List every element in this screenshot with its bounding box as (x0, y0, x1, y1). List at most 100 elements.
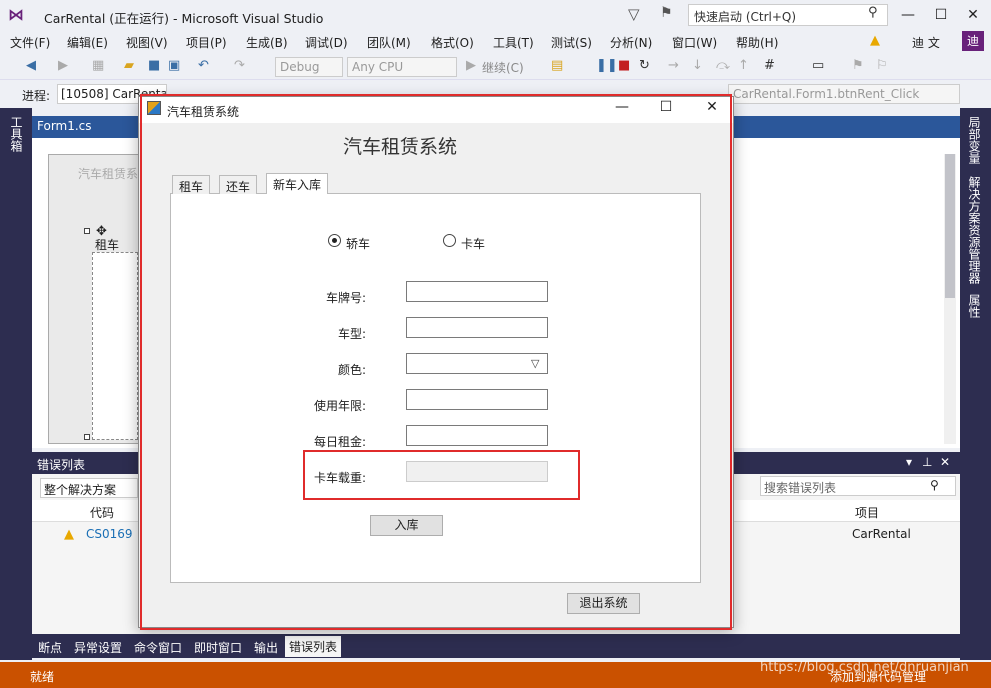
tab-command-window[interactable]: 命令窗口 (134, 639, 182, 656)
notification-warning-icon[interactable]: ▲ (870, 33, 880, 48)
exit-button[interactable]: 退出系统 (567, 593, 640, 614)
maximize-button[interactable]: ☐ (926, 0, 956, 30)
tab-breakpoints[interactable]: 断点 (38, 639, 62, 656)
threads-icon[interactable]: ▭ (812, 58, 824, 73)
close-button[interactable]: ✕ (958, 0, 988, 30)
feedback-flag-icon[interactable]: ⚑ (660, 5, 673, 21)
user-avatar[interactable]: 迪 (962, 31, 984, 51)
search-icon[interactable]: ⚲ (930, 478, 939, 492)
save-icon[interactable]: ■ (148, 58, 160, 73)
minimize-button[interactable]: — (893, 0, 923, 30)
add-car-button[interactable]: 入库 (370, 515, 443, 536)
panel-dropdown-icon[interactable]: ▾ (906, 455, 912, 469)
error-project: CarRental (852, 527, 911, 541)
menu-edit[interactable]: 编辑(E) (67, 34, 108, 51)
user-name[interactable]: 迪 文 (912, 34, 940, 51)
continue-icon[interactable]: ▶ (466, 58, 476, 73)
menu-test[interactable]: 测试(S) (551, 34, 592, 51)
properties-tab[interactable]: 属性 (966, 294, 983, 318)
new-project-icon[interactable]: ▦ (92, 58, 104, 73)
chevron-down-icon[interactable]: ▽ (531, 357, 539, 370)
menu-tools[interactable]: 工具(T) (493, 34, 534, 51)
menu-help[interactable]: 帮助(H) (736, 34, 778, 51)
column-project[interactable]: 项目 (855, 504, 879, 521)
tab-output[interactable]: 输出 (254, 639, 278, 656)
menu-project[interactable]: 项目(P) (186, 34, 227, 51)
stack-frame-combo[interactable]: CarRental.Form1.btnRent_Click (728, 84, 960, 104)
pin-icon[interactable]: ⊥ (922, 455, 932, 469)
error-code-link[interactable]: CS0169 (86, 527, 133, 541)
menu-file[interactable]: 文件(F) (10, 34, 50, 51)
menu-analyze[interactable]: 分析(N) (610, 34, 652, 51)
menu-team[interactable]: 团队(M) (367, 34, 411, 51)
restart-icon[interactable]: ↻ (639, 58, 650, 73)
menu-build[interactable]: 生成(B) (246, 34, 288, 51)
step-into-icon[interactable]: ↓ (692, 58, 703, 73)
step-over-icon[interactable]: ⤼ (716, 58, 730, 73)
forward-icon[interactable]: ▶ (58, 58, 68, 73)
quick-launch-input[interactable]: 快速启动 (Ctrl+Q) (688, 4, 888, 26)
radio-car[interactable] (328, 234, 341, 247)
designer-scroll-thumb[interactable] (945, 154, 955, 298)
show-next-statement-icon[interactable]: → (668, 58, 679, 73)
watermark: https://blog.csdn.net/dnruanjian (760, 660, 969, 675)
label-years: 使用年限: (313, 399, 366, 413)
platform-combo[interactable]: Any CPU (347, 57, 457, 77)
app-close-button[interactable]: ✕ (692, 99, 732, 115)
app-maximize-button[interactable]: ☐ (646, 99, 686, 115)
app-minimize-button[interactable]: — (602, 99, 642, 115)
status-ready: 就绪 (30, 670, 55, 684)
locals-tab[interactable]: 局部变量 (966, 116, 983, 164)
tab-rent[interactable]: 租车 (172, 175, 211, 194)
open-folder-icon[interactable]: ▰ (124, 58, 134, 73)
model-input[interactable] (406, 317, 548, 338)
column-code[interactable]: 代码 (90, 504, 114, 521)
save-all-icon[interactable]: ▣ (168, 58, 180, 73)
app-heading: 汽车租赁系统 (342, 136, 457, 158)
tab-immediate-window[interactable]: 即时窗口 (194, 639, 242, 656)
back-icon[interactable]: ◀ (26, 58, 36, 73)
solution-explorer-tab[interactable]: 解决方案资源管理器 (966, 176, 983, 284)
years-input[interactable] (406, 389, 548, 410)
radio-truck-label[interactable]: 卡车 (461, 235, 485, 252)
bookmark-next-icon[interactable]: ⚐ (876, 58, 888, 73)
resize-grip[interactable] (84, 228, 90, 234)
resize-grip[interactable] (84, 434, 90, 440)
stop-icon[interactable]: ■ (618, 58, 630, 73)
designer-tab-panel[interactable] (92, 252, 138, 440)
menu-format[interactable]: 格式(O) (431, 34, 474, 51)
filter-icon[interactable]: ▽ (628, 5, 640, 23)
menu-debug[interactable]: 调试(D) (305, 34, 348, 51)
pause-icon[interactable]: ❚❚ (596, 58, 618, 73)
menu-window[interactable]: 窗口(W) (672, 34, 717, 51)
radio-car-label[interactable]: 轿车 (346, 235, 370, 252)
error-search-input[interactable]: 搜索错误列表 (760, 476, 956, 496)
rent-input[interactable] (406, 425, 548, 446)
error-list-title: 错误列表 (37, 458, 86, 472)
tab-error-list[interactable]: 错误列表 (285, 636, 342, 657)
search-icon[interactable]: ⚲ (868, 5, 878, 20)
config-combo[interactable]: Debug (275, 57, 343, 77)
close-panel-icon[interactable]: ✕ (940, 455, 950, 469)
move-handle-icon[interactable]: ✥ (96, 224, 107, 239)
tab-return[interactable]: 还车 (219, 175, 258, 194)
plate-input[interactable] (406, 281, 548, 302)
redo-icon[interactable]: ↷ (234, 58, 245, 73)
hex-icon[interactable]: # (764, 58, 775, 73)
tab-form1[interactable]: Form1.cs (32, 116, 138, 138)
error-scope-combo[interactable]: 整个解决方案 (40, 478, 138, 498)
continue-button[interactable]: 继续(C) (482, 59, 524, 76)
bookmark-icon[interactable]: ⚑ (852, 58, 864, 73)
process-icon[interactable]: ▤ (551, 58, 563, 73)
app-window-title: 汽车租赁系统 (167, 105, 240, 119)
step-out-icon[interactable]: ↑ (738, 58, 749, 73)
radio-truck[interactable] (443, 234, 456, 247)
tab-exception-settings[interactable]: 异常设置 (74, 639, 122, 656)
color-select[interactable] (406, 353, 548, 374)
window-title: CarRental (正在运行) - Microsoft Visual Stud… (44, 11, 324, 26)
toolbox-tab[interactable]: 工具箱 (8, 116, 25, 152)
menu-view[interactable]: 视图(V) (126, 34, 168, 51)
tab-new-car[interactable]: 新车入库 (266, 173, 329, 194)
designer-form-title: 汽车租赁系 (78, 167, 139, 181)
undo-icon[interactable]: ↶ (198, 58, 209, 73)
